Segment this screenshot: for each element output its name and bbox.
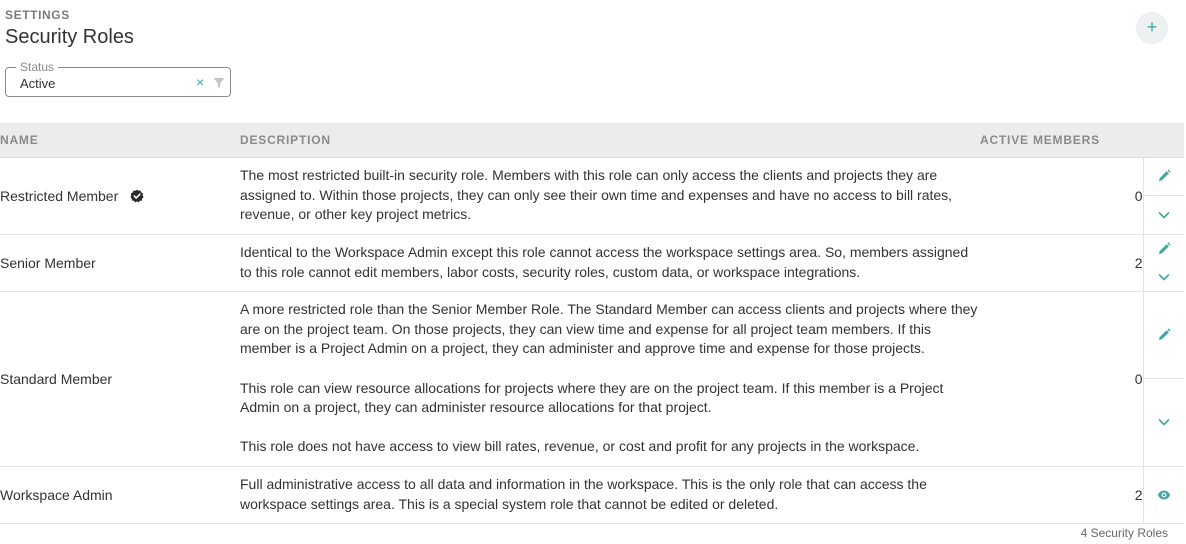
role-description: A more restricted role than the Senior M… [240,300,978,357]
role-name-cell: Workspace Admin [0,466,240,524]
edit-role-button[interactable] [1144,292,1185,379]
edit-icon [1158,169,1171,182]
column-header-active-members[interactable]: ACTIVE MEMBERS [980,123,1143,158]
table-row: Standard Member A more restricted role t… [0,291,1185,467]
view-icon [1157,490,1170,499]
view-role-button[interactable] [1144,467,1185,523]
table-row: Senior Member Identical to the Workspace… [0,234,1185,292]
expand-row-button[interactable] [1143,195,1184,234]
role-name: Workspace Admin [0,486,113,503]
status-filter-label: Status [16,60,59,74]
table-row: Restricted Member The most restricted bu… [0,157,1185,235]
clear-filter-icon[interactable]: × [196,74,204,90]
active-members-count: 0 [980,291,1143,467]
table-header-row: NAME DESCRIPTION ACTIVE MEMBERS [0,123,1184,158]
expand-row-button[interactable] [1144,263,1185,291]
role-description: This role can view resource allocations … [240,379,944,416]
row-actions [1142,291,1185,467]
chevron-down-icon [1158,273,1170,280]
role-description-cell: Identical to the Workspace Admin except … [240,234,980,292]
row-actions [1142,157,1185,235]
active-members-count: 2 [980,466,1143,524]
role-description: Full administrative access to all data a… [240,475,927,512]
row-actions [1142,234,1185,292]
chevron-down-icon [1158,211,1170,219]
status-filter[interactable]: Status Active × [5,60,231,97]
edit-icon [1158,328,1171,340]
role-description: Identical to the Workspace Admin except … [240,243,969,280]
role-description-cell: A more restricted role than the Senior M… [240,291,980,467]
verified-badge-icon [130,189,144,202]
role-name: Restricted Member [0,187,119,204]
role-name-cell: Restricted Member [0,157,240,235]
page-title: Security Roles [5,26,134,48]
column-header-actions [1143,123,1184,158]
add-role-button[interactable]: + [1136,12,1168,44]
role-description-cell: The most restricted built-in security ro… [240,157,980,235]
role-description: This role does not have access to view b… [240,438,920,455]
chevron-down-icon [1158,419,1170,426]
expand-row-button[interactable] [1143,378,1184,466]
column-header-description[interactable]: DESCRIPTION [240,123,980,158]
role-name: Standard Member [0,370,113,387]
roles-count-label: 4 Security Roles [1080,526,1168,540]
filter-icon[interactable] [213,77,225,89]
active-members-count: 2 [980,234,1143,292]
role-description: The most restricted built-in security ro… [240,166,953,223]
edit-role-button[interactable] [1144,235,1185,263]
role-description-cell: Full administrative access to all data a… [240,466,980,524]
plus-icon: + [1146,17,1158,37]
edit-role-button[interactable] [1144,158,1185,196]
status-filter-value: Active [20,76,56,91]
active-members-count: 0 [980,157,1143,235]
settings-eyebrow: SETTINGS [5,8,70,22]
role-name: Senior Member [0,254,96,271]
edit-icon [1158,241,1171,254]
security-roles-table: NAME DESCRIPTION ACTIVE MEMBERS Restrict… [0,123,1184,524]
row-actions [1142,466,1185,524]
role-name-cell: Standard Member [0,291,240,467]
role-name-cell: Senior Member [0,234,240,292]
column-header-name[interactable]: NAME [0,123,240,158]
table-row: Workspace Admin Full administrative acce… [0,466,1185,524]
